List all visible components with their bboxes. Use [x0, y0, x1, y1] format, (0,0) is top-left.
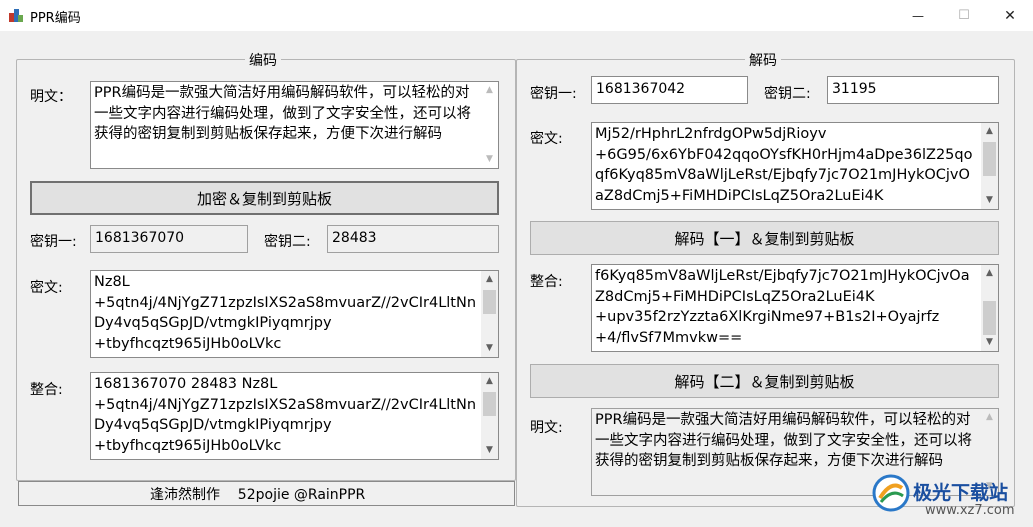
encode-cipher-text: Nz8L +5qtn4j/4NjYgZ71zpzIsIXS2aS8mvuarZ/… [94, 274, 477, 352]
decode-key1-value: 1681367042 [596, 81, 686, 97]
scroll-up-icon[interactable]: ▲ [481, 373, 498, 390]
decode-cipher-label: 密文: [530, 131, 563, 147]
decode-two-copy-button[interactable]: 解码【二】＆复制到剪贴板 [530, 364, 999, 398]
encode-combined-input[interactable]: 1681367070 28483 Nz8L +5qtn4j/4NjYgZ71zp… [90, 372, 499, 460]
scroll-up-icon: ▲ [486, 85, 493, 96]
decode-key2-label: 密钥二: [764, 86, 811, 102]
encode-key2-field[interactable]: 28483 [327, 225, 499, 253]
encrypt-copy-button-label: 加密＆复制到剪贴板 [196, 189, 332, 208]
minimize-icon: — [912, 8, 924, 23]
watermark-url: www.xz7.com [925, 503, 1015, 518]
scroll-up-icon[interactable]: ▲ [981, 123, 998, 140]
encode-cipher-scrollbar[interactable]: ▲ ▼ [481, 271, 498, 357]
decode-plain-text: PPR编码是一款强大简洁好用编码解码软件，可以轻松的对一些文字内容进行编码处理，… [595, 412, 972, 469]
app-icon [9, 9, 23, 22]
scroll-down-icon: ▼ [486, 154, 493, 165]
encode-key1-value: 1681367070 [95, 230, 185, 246]
maximize-button[interactable]: ☐ [941, 0, 987, 31]
scroll-up-icon[interactable]: ▲ [481, 271, 498, 288]
maximize-icon: ☐ [958, 8, 970, 23]
scroll-thumb[interactable] [483, 290, 496, 314]
decode-plain-label: 明文: [530, 420, 563, 436]
scroll-thumb[interactable] [483, 392, 496, 416]
encode-combined-scrollbar[interactable]: ▲ ▼ [481, 373, 498, 459]
decode-key1-label: 密钥一: [530, 86, 577, 102]
encode-plain-scrollbar[interactable]: ▲ ▼ [481, 82, 498, 168]
encode-cipher-label: 密文: [30, 280, 63, 296]
close-button[interactable]: ✕ [987, 0, 1033, 31]
scroll-down-icon[interactable]: ▼ [481, 442, 498, 459]
encode-plain-input[interactable]: PPR编码是一款强大简洁好用编码解码软件，可以轻松的对一些文字内容进行编码处理，… [90, 81, 499, 169]
aurora-logo-icon [872, 474, 910, 512]
decode-combined-input[interactable]: f6Kyq85mV8aWljLeRst/Ejbqfy7jc7O21mJHykOC… [591, 264, 999, 352]
window-title: PPR编码 [30, 11, 81, 26]
encode-cipher-input[interactable]: Nz8L +5qtn4j/4NjYgZ71zpzIsIXS2aS8mvuarZ/… [90, 270, 499, 358]
title-bar[interactable]: PPR编码 — ☐ ✕ [0, 0, 1033, 31]
decode-cipher-text: Mj52/rHphrL2nfrdgOPw5djRioyv +6G95/6x6Yb… [595, 126, 973, 204]
encode-key2-value: 28483 [332, 230, 377, 246]
watermark-brand: 极光下载站 [913, 482, 1009, 504]
close-icon: ✕ [1004, 7, 1016, 24]
encode-key1-field[interactable]: 1681367070 [90, 225, 248, 253]
decode-combined-scrollbar[interactable]: ▲ ▼ [981, 265, 998, 351]
decode-two-copy-button-label: 解码【二】＆复制到剪贴板 [674, 372, 855, 391]
decode-key2-value: 31195 [832, 81, 877, 97]
encode-group-title: 编码 [245, 50, 281, 70]
decode-key1-field[interactable]: 1681367042 [591, 76, 748, 104]
encode-combined-text: 1681367070 28483 Nz8L +5qtn4j/4NjYgZ71zp… [94, 376, 477, 454]
footer-credit: 逢沛然制作 52pojie @RainPPR [150, 487, 366, 503]
encode-plain-text: PPR编码是一款强大简洁好用编码解码软件，可以轻松的对一些文字内容进行编码处理，… [94, 85, 471, 142]
scroll-down-icon[interactable]: ▼ [981, 192, 998, 209]
scroll-up-icon[interactable]: ▲ [981, 265, 998, 282]
decode-key2-field[interactable]: 31195 [827, 76, 999, 104]
scroll-thumb[interactable] [983, 142, 996, 176]
scroll-up-icon: ▲ [986, 412, 993, 423]
encrypt-copy-button[interactable]: 加密＆复制到剪贴板 [30, 181, 499, 215]
decode-combined-label: 整合: [530, 274, 563, 290]
decode-one-copy-button-label: 解码【一】＆复制到剪贴板 [674, 229, 855, 248]
minimize-button[interactable]: — [895, 0, 941, 31]
decode-cipher-input[interactable]: Mj52/rHphrL2nfrdgOPw5djRioyv +6G95/6x6Yb… [591, 122, 999, 210]
decode-combined-text: f6Kyq85mV8aWljLeRst/Ejbqfy7jc7O21mJHykOC… [595, 268, 970, 346]
encode-plain-label: 明文： [30, 89, 72, 105]
decode-cipher-scrollbar[interactable]: ▲ ▼ [981, 123, 998, 209]
scroll-thumb[interactable] [983, 301, 996, 335]
encode-key2-label: 密钥二: [264, 234, 311, 250]
encode-key1-label: 密钥一: [30, 234, 77, 250]
encode-combined-label: 整合: [30, 382, 63, 398]
decode-group-title: 解码 [745, 50, 781, 70]
scroll-down-icon[interactable]: ▼ [481, 340, 498, 357]
scroll-down-icon[interactable]: ▼ [981, 334, 998, 351]
decode-one-copy-button[interactable]: 解码【一】＆复制到剪贴板 [530, 221, 999, 255]
